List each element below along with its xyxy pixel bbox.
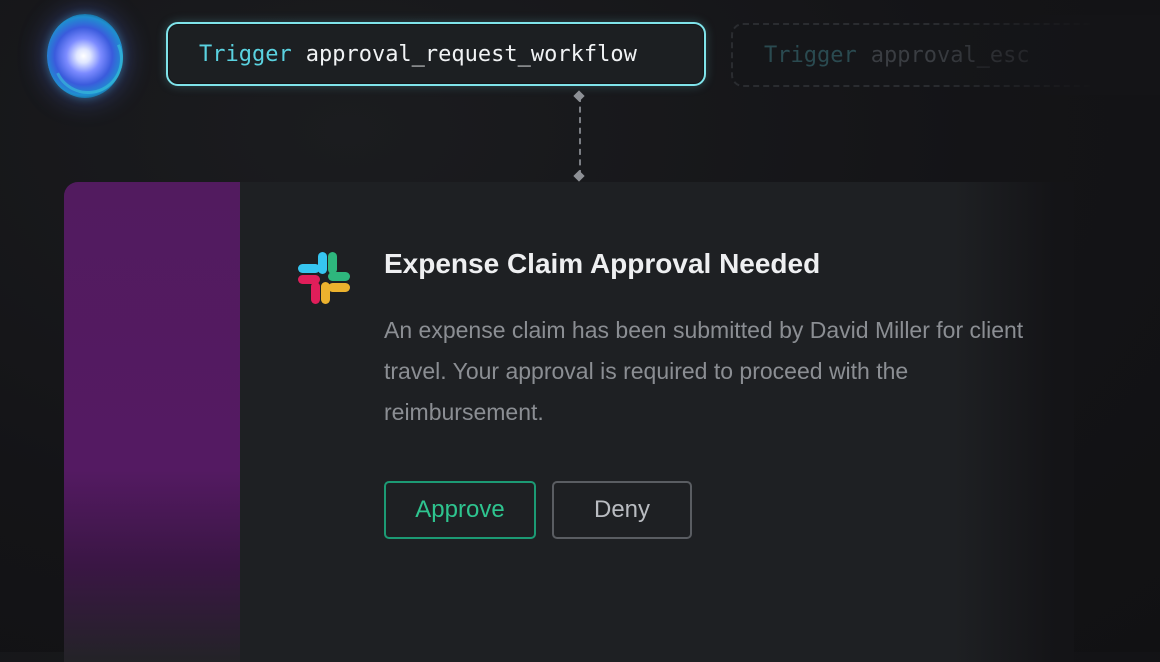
trigger-keyword: Trigger: [199, 41, 292, 67]
connector-end-dot: [573, 170, 585, 182]
trigger-workflow-name: approval_request_workflow: [305, 41, 637, 67]
connector-line: [579, 96, 581, 176]
trigger-keyword: Trigger: [764, 42, 857, 68]
approve-button[interactable]: Approve: [384, 481, 536, 539]
message-body: An expense claim has been submitted by D…: [384, 317, 1024, 425]
trigger-node-approval-request[interactable]: Trigger approval_request_workflow: [166, 22, 706, 86]
deny-button[interactable]: Deny: [552, 481, 692, 539]
card-accent-stripe: [64, 182, 240, 662]
slack-icon: [298, 252, 350, 304]
fade-overlay: [930, 15, 1160, 95]
message-title: Expense Claim Approval Needed: [384, 248, 821, 279]
connector-start-dot: [573, 90, 585, 102]
ai-orb-icon: [47, 14, 123, 98]
